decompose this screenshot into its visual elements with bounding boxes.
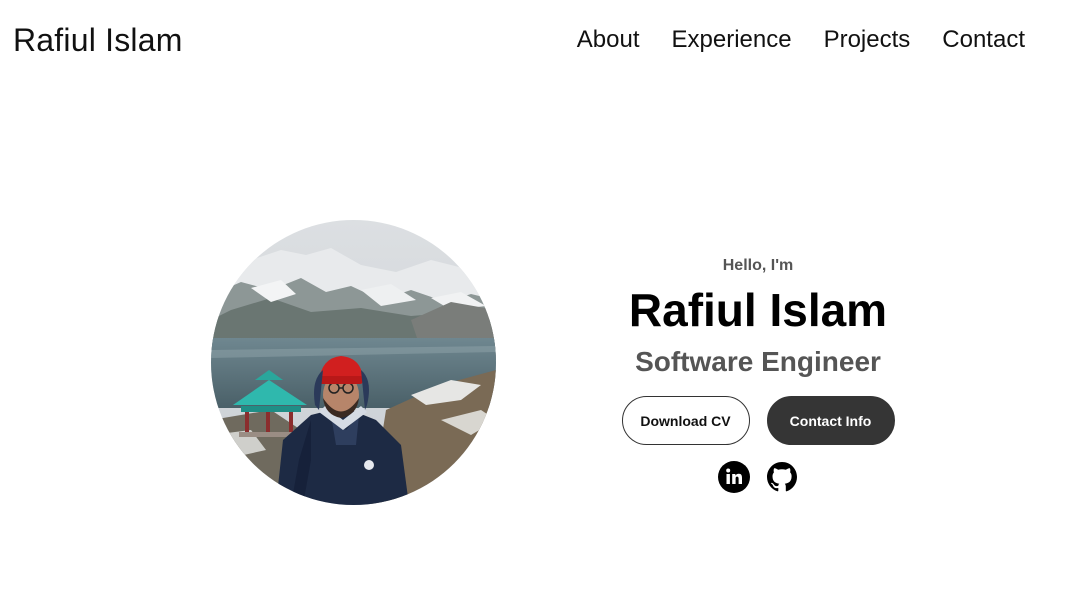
hero-buttons: Download CV Contact Info <box>578 396 938 445</box>
top-nav: Rafiul Islam About Experience Projects C… <box>0 0 1067 82</box>
social-links <box>578 461 938 493</box>
nav-link-contact[interactable]: Contact <box>942 26 1025 53</box>
profile-picture <box>211 220 496 505</box>
nav-link-about[interactable]: About <box>577 26 640 53</box>
nav-link-experience[interactable]: Experience <box>672 26 792 53</box>
nav-link-projects[interactable]: Projects <box>824 26 911 53</box>
linkedin-icon[interactable] <box>718 461 750 493</box>
job-title: Software Engineer <box>635 346 881 377</box>
page: Rafiul Islam About Experience Projects C… <box>0 0 1067 594</box>
contact-info-button[interactable]: Contact Info <box>766 396 895 445</box>
download-cv-button[interactable]: Download CV <box>621 396 750 445</box>
github-icon[interactable] <box>766 461 798 493</box>
nav-links: About Experience Projects Contact <box>577 24 1025 56</box>
site-logo[interactable]: Rafiul Islam <box>13 20 183 60</box>
profile-photo-illustration <box>211 220 496 505</box>
hero-name: Rafiul Islam <box>628 284 888 336</box>
greeting-text: Hello, I'm <box>722 257 794 274</box>
hero-text-section: Hello, I'm Rafiul Islam Software Enginee… <box>578 252 938 493</box>
